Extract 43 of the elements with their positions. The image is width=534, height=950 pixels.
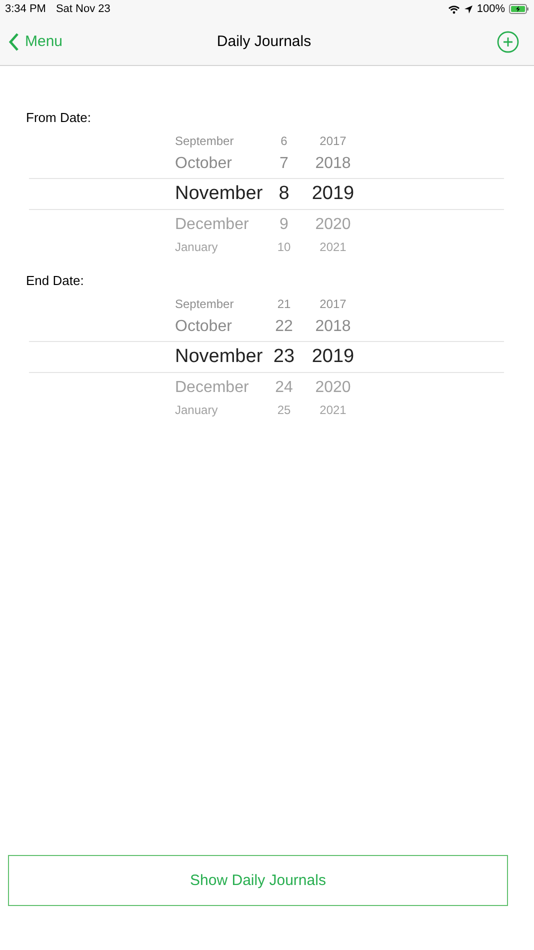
day-option[interactable]: 7 [265, 154, 303, 172]
year-option[interactable]: 2019 [303, 183, 363, 205]
status-date: Sat Nov 23 [56, 3, 110, 15]
year-option[interactable]: 2017 [303, 134, 363, 148]
day-option[interactable]: 22 [265, 318, 303, 336]
status-time: 3:34 PM [5, 3, 46, 15]
month-option[interactable]: December [175, 378, 265, 396]
battery-percent: 100% [476, 3, 505, 15]
day-option[interactable]: 10 [265, 240, 303, 254]
year-option[interactable]: 2018 [303, 318, 363, 336]
month-option[interactable]: September [175, 134, 265, 148]
day-option[interactable]: 25 [265, 403, 303, 417]
date-label: End Date: [26, 273, 85, 288]
add-button[interactable] [497, 30, 519, 52]
back-button[interactable]: Menu [9, 32, 63, 50]
month-option[interactable]: November [175, 183, 265, 205]
year-option[interactable]: 2017 [303, 297, 363, 311]
day-option[interactable]: 24 [265, 378, 303, 396]
month-option[interactable]: September [175, 297, 265, 311]
day-option[interactable]: 9 [265, 216, 303, 234]
day-option[interactable]: 8 [265, 183, 303, 205]
year-option[interactable]: 2021 [303, 240, 363, 254]
location-arrow-icon [464, 4, 473, 14]
day-option[interactable]: 23 [265, 346, 303, 368]
month-option[interactable]: October [175, 318, 265, 336]
year-option[interactable]: 2020 [303, 378, 363, 396]
wifi-icon [448, 4, 460, 14]
battery-charging-icon [509, 4, 529, 14]
year-option[interactable]: 2019 [303, 346, 363, 368]
date-label: From Date: [26, 110, 92, 125]
month-option[interactable]: January [175, 240, 265, 254]
nav-title: Daily Journals [216, 33, 312, 50]
month-option[interactable]: November [175, 346, 265, 368]
month-option[interactable]: December [175, 216, 265, 234]
day-option[interactable]: 6 [265, 134, 303, 148]
month-option[interactable]: October [175, 154, 265, 172]
year-option[interactable]: 2020 [303, 216, 363, 234]
day-option[interactable]: 21 [265, 297, 303, 311]
show-journals-button[interactable]: Show Daily Journals [8, 855, 508, 906]
year-option[interactable]: 2018 [303, 154, 363, 172]
month-option[interactable]: January [175, 403, 265, 417]
year-option[interactable]: 2021 [303, 403, 363, 417]
chevron-left-icon [9, 32, 19, 50]
